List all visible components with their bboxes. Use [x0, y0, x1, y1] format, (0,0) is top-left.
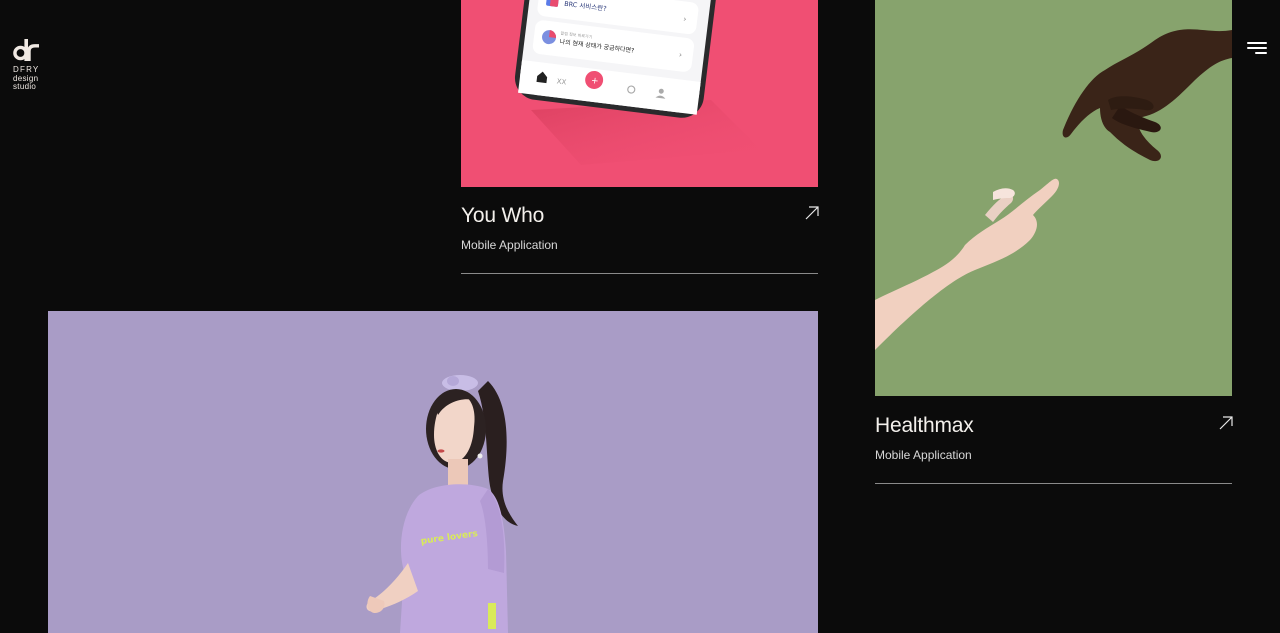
- arrow-up-right-icon[interactable]: [804, 205, 820, 221]
- svg-text:XX: XX: [556, 77, 567, 86]
- model-photo-illustration: pure lovers: [366, 375, 518, 633]
- logo-wordmark: DFRY design studio: [13, 65, 53, 92]
- youwho-project-image[interactable]: BRC 서비스란? › 알림 정보 바로가기 나의 현재 상태가 궁금하다면? …: [461, 0, 818, 187]
- dr-logo-mark-icon: [13, 39, 39, 61]
- youwho-divider: [461, 273, 818, 274]
- youwho-project-category: Mobile Application: [461, 238, 558, 252]
- phone-mockup-illustration: BRC 서비스란? › 알림 정보 바로가기 나의 현재 상태가 궁금하다면? …: [514, 0, 761, 165]
- hamburger-icon: [1247, 42, 1267, 44]
- studio-logo[interactable]: DFRY design studio: [13, 38, 53, 92]
- menu-button[interactable]: [1245, 40, 1267, 56]
- hamburger-icon-line: [1247, 47, 1267, 49]
- healthmax-project-title[interactable]: Healthmax: [875, 414, 974, 438]
- youwho-project-title[interactable]: You Who: [461, 204, 544, 228]
- logo-studio-text: studio: [13, 82, 37, 91]
- hamburger-icon-line: [1255, 52, 1267, 54]
- healthmax-project-category: Mobile Application: [875, 448, 972, 462]
- healthmax-project-image[interactable]: [875, 0, 1232, 396]
- arrow-up-right-icon[interactable]: [1218, 415, 1234, 431]
- portfolio-page: DFRY design studio BRC 서비스란? › 알림 정보 바로가…: [0, 0, 1280, 633]
- fashion-project-image[interactable]: pure lovers: [48, 311, 818, 633]
- svg-text:+: +: [590, 76, 599, 87]
- healthmax-divider: [875, 483, 1232, 484]
- reaching-hands-illustration: [875, 29, 1232, 350]
